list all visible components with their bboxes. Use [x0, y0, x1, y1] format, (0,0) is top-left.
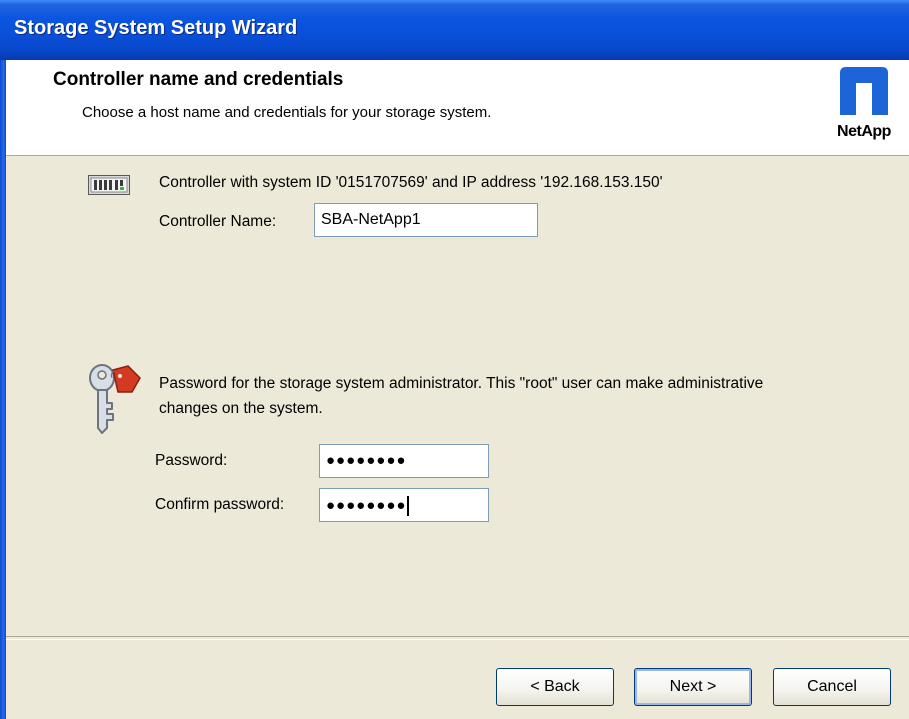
window-title: Storage System Setup Wizard [14, 17, 298, 39]
netapp-logo-text: NetApp [837, 123, 891, 140]
credentials-description-line1: Password for the storage system administ… [159, 375, 764, 392]
netapp-logo: NetApp [824, 67, 904, 147]
key-icon [89, 364, 141, 434]
server-icon [88, 175, 130, 195]
controller-name-field[interactable]: SBA-NetApp1 [314, 203, 538, 237]
wizard-header: Controller name and credentials Choose a… [6, 60, 909, 156]
password-field[interactable]: ●●●●●●●● [319, 444, 489, 478]
confirm-password-field[interactable]: ●●●●●●●● [319, 488, 489, 522]
password-label: Password: [155, 452, 228, 469]
wizard-content: Controller with system ID '0151707569' a… [6, 156, 909, 636]
title-bar[interactable]: Storage System Setup Wizard [0, 0, 909, 60]
page-subtitle: Choose a host name and credentials for y… [82, 104, 492, 121]
cancel-button[interactable]: Cancel [773, 668, 891, 706]
back-button[interactable]: < Back [496, 668, 614, 706]
controller-name-label: Controller Name: [159, 213, 277, 230]
confirm-password-label: Confirm password: [155, 496, 285, 513]
netapp-logo-icon [840, 67, 888, 115]
controller-name-value: SBA-NetApp1 [321, 211, 421, 228]
next-button[interactable]: Next > [634, 668, 752, 706]
password-value: ●●●●●●●● [326, 452, 407, 469]
footer-separator [6, 636, 909, 640]
text-cursor [407, 496, 409, 516]
page-title: Controller name and credentials [53, 69, 344, 90]
wizard-window: Storage System Setup Wizard Controller n… [0, 0, 909, 719]
controller-description: Controller with system ID '0151707569' a… [159, 174, 663, 191]
confirm-password-value: ●●●●●●●● [326, 497, 407, 515]
credentials-description-line2: changes on the system. [159, 400, 323, 417]
